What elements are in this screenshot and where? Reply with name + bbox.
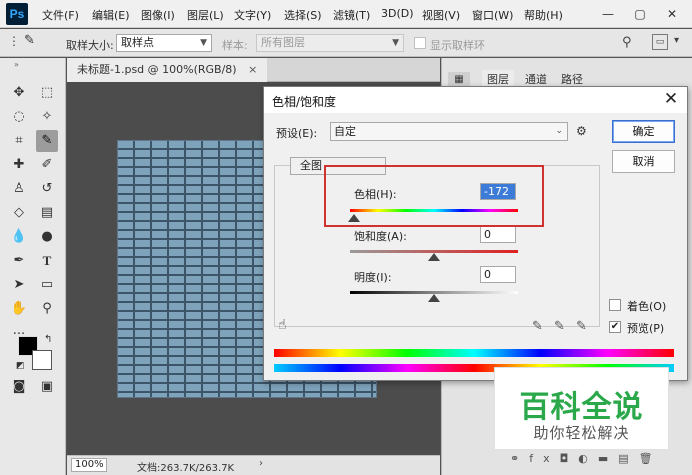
background-color-swatch[interactable]: [32, 350, 52, 370]
channel-value: 全图: [300, 159, 322, 172]
options-bar: ⋮ ✎ 取样大小: 取样点 ▼ 样本: 所有图层 ▼ 显示取样环 ⚲ ▭ ▾: [0, 29, 692, 57]
document-tabs: 未标题-1.psd @ 100%(RGB/8) ×: [67, 58, 440, 82]
sample-label: 样本:: [222, 39, 248, 52]
healing-brush-icon[interactable]: ✚: [8, 154, 30, 176]
tools-panel: » ✥ ⬚ ◌ ✧ ⌗ ✎ ✚ ✐ ♙ ↺ ◇ ▤ 💧 ● ✒ T ➤ ▭ ✋ …: [0, 58, 66, 475]
menu-bar: Ps 文件(F) 编辑(E) 图像(I) 图层(L) 文字(Y) 选择(S) 滤…: [0, 0, 692, 28]
saturation-input[interactable]: 0: [480, 226, 516, 243]
photoshop-logo: Ps: [6, 3, 28, 25]
sample-size-label: 取样大小:: [66, 39, 114, 52]
watermark-title: 百科全说: [519, 390, 644, 425]
hue-saturation-dialog: 色相/饱和度 ✕ 预设(E): 自定 ⌄ ⚙ 确定 取消 全图 ⌄ 色相(H):…: [263, 86, 688, 381]
blur-tool-icon[interactable]: 💧: [8, 226, 30, 248]
chevron-down-icon: ⌄: [555, 126, 563, 136]
sample-value: 所有图层: [261, 36, 305, 49]
menu-image[interactable]: 图像(I): [141, 7, 175, 23]
status-bar: 100% 文档:263.7K/263.7K ›: [67, 455, 440, 475]
on-image-adjust-icon[interactable]: ☝: [278, 317, 287, 333]
preview-checkbox[interactable]: ✔: [609, 321, 621, 333]
lasso-tool-icon[interactable]: ◌: [8, 106, 30, 128]
preset-label: 预设(E):: [276, 127, 318, 140]
path-selection-icon[interactable]: ➤: [8, 274, 30, 296]
brush-tool-icon[interactable]: ✐: [36, 154, 58, 176]
cancel-button[interactable]: 取消: [612, 150, 675, 173]
eyedropper-tool-icon[interactable]: ✎: [36, 130, 58, 152]
sample-size-value: 取样点: [121, 36, 154, 49]
minimize-button[interactable]: —: [598, 5, 618, 23]
saturation-label: 饱和度(A):: [354, 230, 407, 243]
type-tool-icon[interactable]: T: [36, 250, 58, 272]
show-ring-label: 显示取样环: [430, 39, 485, 52]
colorize-checkbox[interactable]: [609, 299, 621, 311]
ok-button[interactable]: 确定: [612, 120, 675, 143]
collapse-icon[interactable]: »: [14, 60, 19, 69]
quick-mask-icon[interactable]: ◙: [8, 376, 30, 398]
history-brush-icon[interactable]: ↺: [36, 178, 58, 200]
chevron-down-icon[interactable]: ▾: [674, 35, 679, 46]
zoom-field[interactable]: 100%: [71, 458, 107, 472]
menu-3d[interactable]: 3D(D): [381, 7, 414, 20]
lightness-slider-thumb[interactable]: [428, 294, 440, 302]
menu-window[interactable]: 窗口(W): [472, 7, 513, 23]
preset-value: 自定: [334, 125, 356, 138]
magic-wand-icon[interactable]: ✧: [36, 106, 58, 128]
show-ring-checkbox[interactable]: [414, 37, 426, 49]
grip-icon: ⋮: [8, 34, 20, 48]
tab-close-icon[interactable]: ×: [248, 63, 257, 76]
default-colors-icon[interactable]: ◩: [16, 361, 25, 371]
menu-help[interactable]: 帮助(H): [524, 7, 563, 23]
watermark-subtitle: 助你轻松解决: [533, 424, 630, 442]
menu-edit[interactable]: 编辑(E): [92, 7, 130, 23]
layer-actions-icons[interactable]: ⚭fx◘◐▬▤🗑: [510, 452, 663, 465]
marquee-tool-icon[interactable]: ⬚: [36, 82, 58, 104]
highlight-box: [324, 165, 544, 227]
screen-mode-icon[interactable]: ▣: [36, 376, 58, 398]
rectangle-tool-icon[interactable]: ▭: [36, 274, 58, 296]
preset-select[interactable]: 自定 ⌄: [330, 122, 568, 141]
input-spectrum-bar: [274, 349, 674, 357]
hand-tool-icon[interactable]: ✋: [8, 298, 30, 320]
preview-label: 预览(P): [627, 322, 665, 335]
eyedropper-plus-icon[interactable]: ✎: [554, 319, 565, 334]
eyedropper-minus-icon[interactable]: ✎: [576, 319, 587, 334]
swap-colors-icon[interactable]: ↰: [44, 334, 52, 345]
search-icon[interactable]: ⚲: [622, 35, 632, 50]
saturation-slider-thumb[interactable]: [428, 253, 440, 261]
menu-file[interactable]: 文件(F): [42, 7, 79, 23]
gear-icon[interactable]: ⚙: [576, 124, 587, 138]
window-close-button[interactable]: ✕: [662, 5, 682, 23]
watermark-logo: 百科全说 助你轻松解决: [494, 367, 669, 450]
pen-tool-icon[interactable]: ✒: [8, 250, 30, 272]
lightness-input[interactable]: 0: [480, 266, 516, 283]
dialog-title-bar[interactable]: 色相/饱和度 ✕: [264, 87, 687, 113]
menu-layer[interactable]: 图层(L): [187, 7, 224, 23]
document-tab-title: 未标题-1.psd @ 100%(RGB/8): [77, 63, 237, 76]
workspace-icon[interactable]: ▭: [652, 34, 668, 50]
menu-view[interactable]: 视图(V): [422, 7, 460, 23]
chevron-down-icon: ▼: [200, 38, 207, 48]
clone-stamp-icon[interactable]: ♙: [8, 178, 30, 200]
gradient-tool-icon[interactable]: ▤: [36, 202, 58, 224]
eyedropper-preset-icon[interactable]: ✎: [24, 33, 44, 53]
sample-select[interactable]: 所有图层 ▼: [256, 34, 404, 52]
dodge-tool-icon[interactable]: ●: [36, 226, 58, 248]
eraser-tool-icon[interactable]: ◇: [8, 202, 30, 224]
close-icon[interactable]: ✕: [661, 89, 681, 109]
move-tool-icon[interactable]: ✥: [8, 82, 30, 104]
lightness-label: 明度(I):: [354, 271, 392, 284]
maximize-button[interactable]: ▢: [630, 5, 650, 23]
eyedropper-icon[interactable]: ✎: [532, 319, 543, 334]
dialog-title: 色相/饱和度: [272, 95, 337, 109]
colorize-label: 着色(O): [627, 300, 667, 313]
menu-select[interactable]: 选择(S): [284, 7, 322, 23]
menu-filter[interactable]: 滤镜(T): [333, 7, 370, 23]
zoom-tool-icon[interactable]: ⚲: [36, 298, 58, 320]
document-tab[interactable]: 未标题-1.psd @ 100%(RGB/8) ×: [67, 58, 268, 82]
chevron-down-icon: ▼: [392, 38, 399, 48]
document-info: 文档:263.7K/263.7K: [137, 463, 235, 474]
sample-size-select[interactable]: 取样点 ▼: [116, 34, 212, 52]
chevron-right-icon[interactable]: ›: [259, 458, 263, 469]
menu-type[interactable]: 文字(Y): [234, 7, 271, 23]
crop-tool-icon[interactable]: ⌗: [8, 130, 30, 152]
